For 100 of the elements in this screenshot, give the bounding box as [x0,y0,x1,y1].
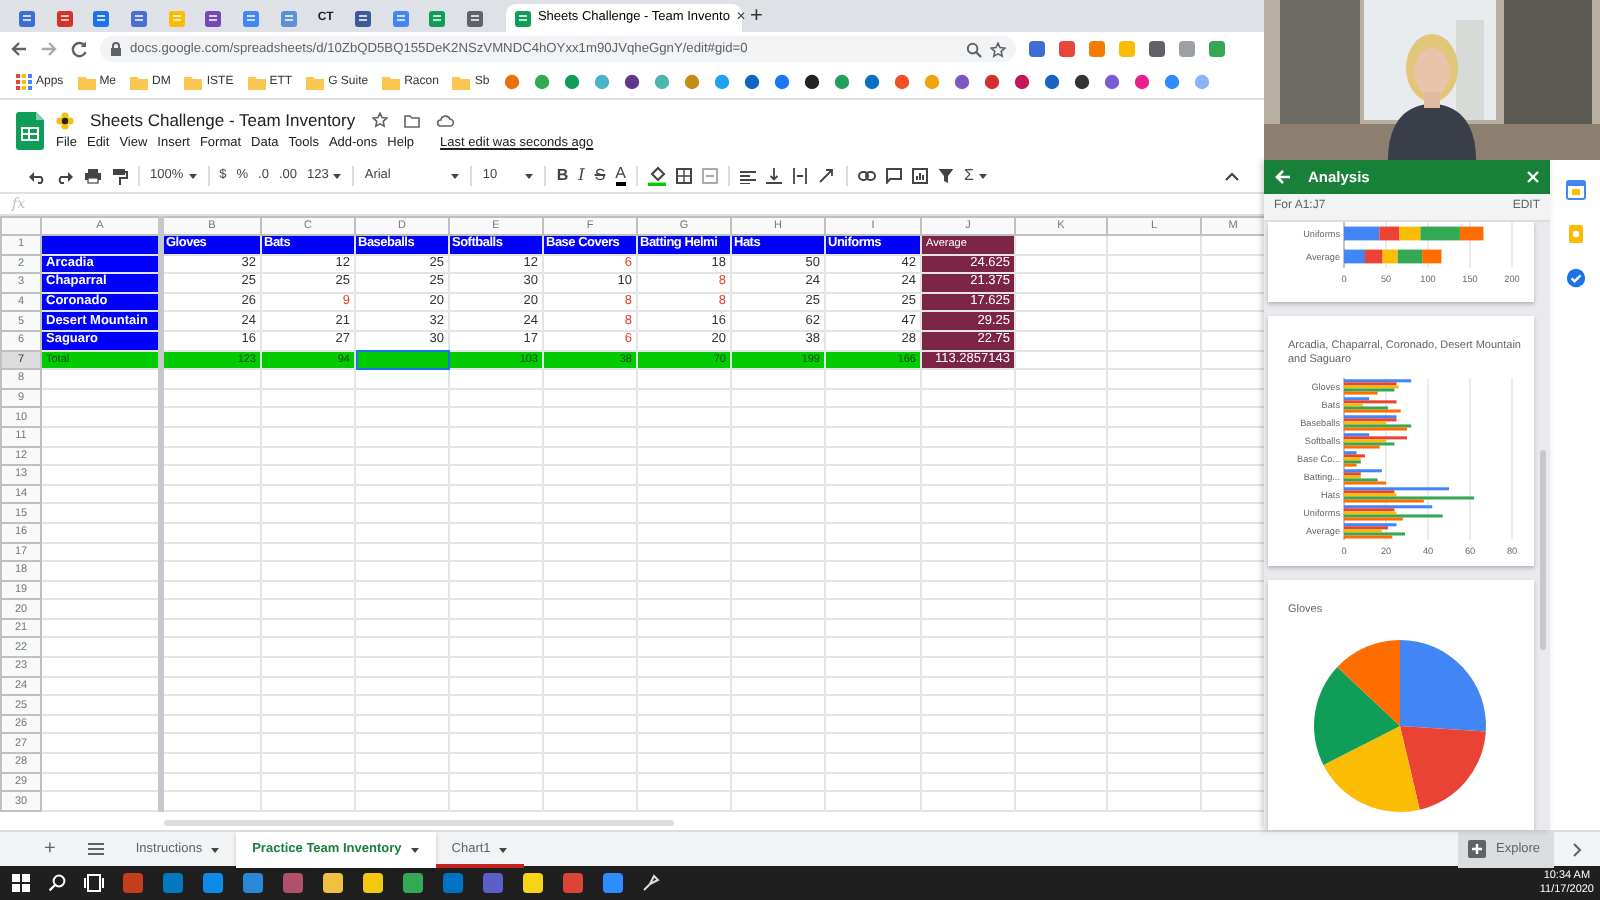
folder-icon [452,75,471,89]
functions-button[interactable]: Σ [964,168,988,184]
caret-icon [977,172,988,180]
caret-icon [524,172,535,180]
comment-icon [886,168,902,184]
task-view-icon[interactable] [84,874,104,892]
chart-icon [912,168,928,184]
caret-icon [332,172,343,180]
borders-button[interactable] [676,168,692,184]
document-title[interactable]: Sheets Challenge - Team Inventory [90,107,356,133]
pen-icon[interactable] [642,874,660,892]
redo-icon [56,169,74,183]
app-tile-icon[interactable] [482,872,504,894]
scrollbar-thumb[interactable] [164,820,674,826]
borders-icon [676,168,692,184]
printer-icon [84,168,102,184]
extension-icon[interactable] [1058,40,1076,58]
folder-icon [306,75,325,89]
app-tile-icon[interactable] [402,872,424,894]
link-button[interactable] [858,170,876,182]
align-left-button[interactable] [740,169,756,183]
search-icon[interactable] [48,874,66,892]
align-left-icon [740,169,756,183]
flower-icon [56,111,74,130]
search-icon [966,41,982,57]
star-icon [990,41,1006,57]
app-tile-icon[interactable] [522,872,544,894]
back-icon [10,40,28,58]
app-tile-icon[interactable] [122,872,144,894]
windows-icon[interactable] [12,874,30,892]
circle-icon[interactable] [1073,74,1090,90]
folder-icon[interactable] [403,113,420,128]
app-tile-icon[interactable] [242,872,264,894]
calendar-icon[interactable] [1565,180,1585,200]
back-button[interactable] [10,40,28,58]
sheets-logo-icon[interactable] [16,111,44,149]
filter-button[interactable] [938,168,954,184]
close-button[interactable] [1526,170,1540,184]
paint-roller-button[interactable] [112,167,128,185]
caret-icon [450,172,461,180]
add-sheet-button[interactable]: + [28,831,72,867]
printer-button[interactable] [84,168,102,184]
text-rotation-button[interactable] [818,168,836,184]
app-tile-icon[interactable] [282,872,304,894]
vertical-align-button[interactable] [766,168,782,184]
link-icon [858,170,876,182]
back-arrow-icon [1274,168,1292,186]
undo-button[interactable] [28,169,46,183]
check-icon[interactable] [1565,268,1585,288]
extension-icon[interactable] [1148,40,1166,58]
comment-button[interactable] [886,168,902,184]
redo-button[interactable] [56,169,74,183]
text-wrap-button[interactable] [792,168,808,184]
paint-roller-icon [112,167,128,185]
extension-icon[interactable] [1028,40,1046,58]
chevron-right-icon [1572,841,1582,857]
strikethrough-button[interactable]: S [594,168,606,184]
cloud-icon[interactable] [435,113,454,128]
list-icon [87,842,104,856]
new-tab-button[interactable]: + [749,6,763,32]
reload-icon [70,40,88,58]
vertical-align-icon [766,168,782,184]
app-tile-icon[interactable] [562,872,584,894]
caret-icon [409,845,420,853]
app-tile-icon[interactable] [322,872,344,894]
app-tile-icon[interactable] [602,872,624,894]
close-icon [1526,170,1540,184]
folder-icon [77,75,96,89]
app-tile-icon[interactable] [362,872,384,894]
bold-button[interactable]: B [556,168,569,184]
app-tile-icon[interactable] [202,872,224,894]
fill-bucket-button[interactable] [648,166,666,186]
table-cell[interactable] [355,350,449,370]
text-rotation-icon [818,168,836,184]
next-button[interactable] [1572,841,1582,857]
text-color-button[interactable]: A [615,166,626,186]
merge-icon [702,168,718,184]
reload-button[interactable] [70,40,88,58]
chevron-up-icon [1224,170,1240,182]
folder-icon [184,75,203,89]
chevron-up-button[interactable] [1224,170,1240,182]
apps-grid-icon [16,74,32,90]
star-icon[interactable] [371,112,388,129]
folder-icon [130,75,149,89]
forward-icon [40,40,58,58]
italic-button[interactable]: I [578,168,585,184]
plus-box-icon [1468,840,1486,858]
extension-icon[interactable] [1178,40,1196,58]
app-tile-icon[interactable] [162,872,184,894]
caret-icon [498,845,509,853]
caret-icon [187,172,198,180]
circle-icon[interactable] [803,74,820,90]
folder-icon [382,75,401,89]
chart-button[interactable] [912,168,928,184]
filter-icon [938,168,954,184]
lock-icon [110,42,122,56]
extension-icon[interactable] [1208,40,1226,58]
circle-icon[interactable] [623,74,640,90]
app-tile-icon[interactable] [442,872,464,894]
extension-icon[interactable] [1088,40,1106,58]
